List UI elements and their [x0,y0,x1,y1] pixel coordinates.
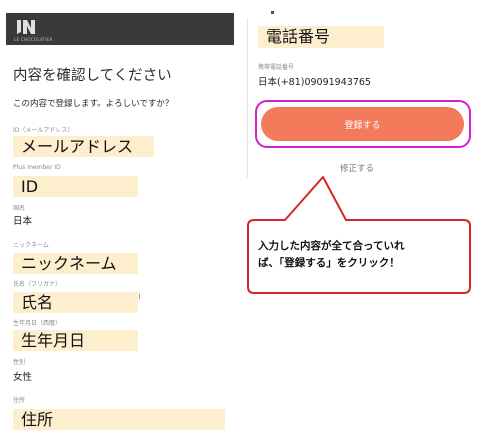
birthday-value: 生年月日 [13,330,138,351]
field-marker [139,294,140,299]
email-label: ID（メールアドレス） [13,127,74,134]
callout-line-1: 入力した内容が全て合っていれ [258,240,405,252]
nickname-value: ニックネーム [13,253,138,274]
scroll-indicator [271,11,274,14]
callout-text: 入力した内容が全て合っていれ ば、「登録する」をクリック！ [258,238,464,272]
country-label: 国名 [13,205,26,212]
register-button[interactable]: 登録する [261,107,464,141]
brand-logo-text: LE CHOCOLATIER [14,37,53,42]
edit-link[interactable]: 修正する [340,162,374,174]
page-title: 内容を確認してください [13,68,172,84]
plus-id-value: ID [13,176,138,197]
birthday-label: 生年月日（西暦） [13,320,62,327]
phone-value: 日本(+81)09091943765 [258,77,371,88]
gender-label: 性別 [13,359,26,366]
callout-line-2: ば、「登録する」をクリック！ [258,257,400,269]
address-value: 住所 [13,409,225,430]
panel-divider [247,18,248,178]
name-value: 氏名 [13,292,138,313]
phone-heading: 電話番号 [258,26,384,48]
confirm-panel: LE CHOCOLATIER 内容を確認してください この内容で登録します。よろ… [0,0,237,438]
email-value: メールアドレス [13,136,154,157]
page-subtitle: この内容で登録します。よろしいですか？ [13,99,174,109]
brand-logo-icon [17,20,35,34]
nickname-label: ニックネーム [13,242,49,249]
name-label: 氏名（フリガナ） [13,281,62,288]
address-label: 住所 [13,397,26,404]
gender-value: 女性 [13,372,33,383]
app-header: LE CHOCOLATIER [6,13,234,45]
phone-label: 携帯電話番号 [258,64,295,71]
plus-id-label: Plus member ID [13,164,61,171]
country-value: 日本 [13,216,33,227]
